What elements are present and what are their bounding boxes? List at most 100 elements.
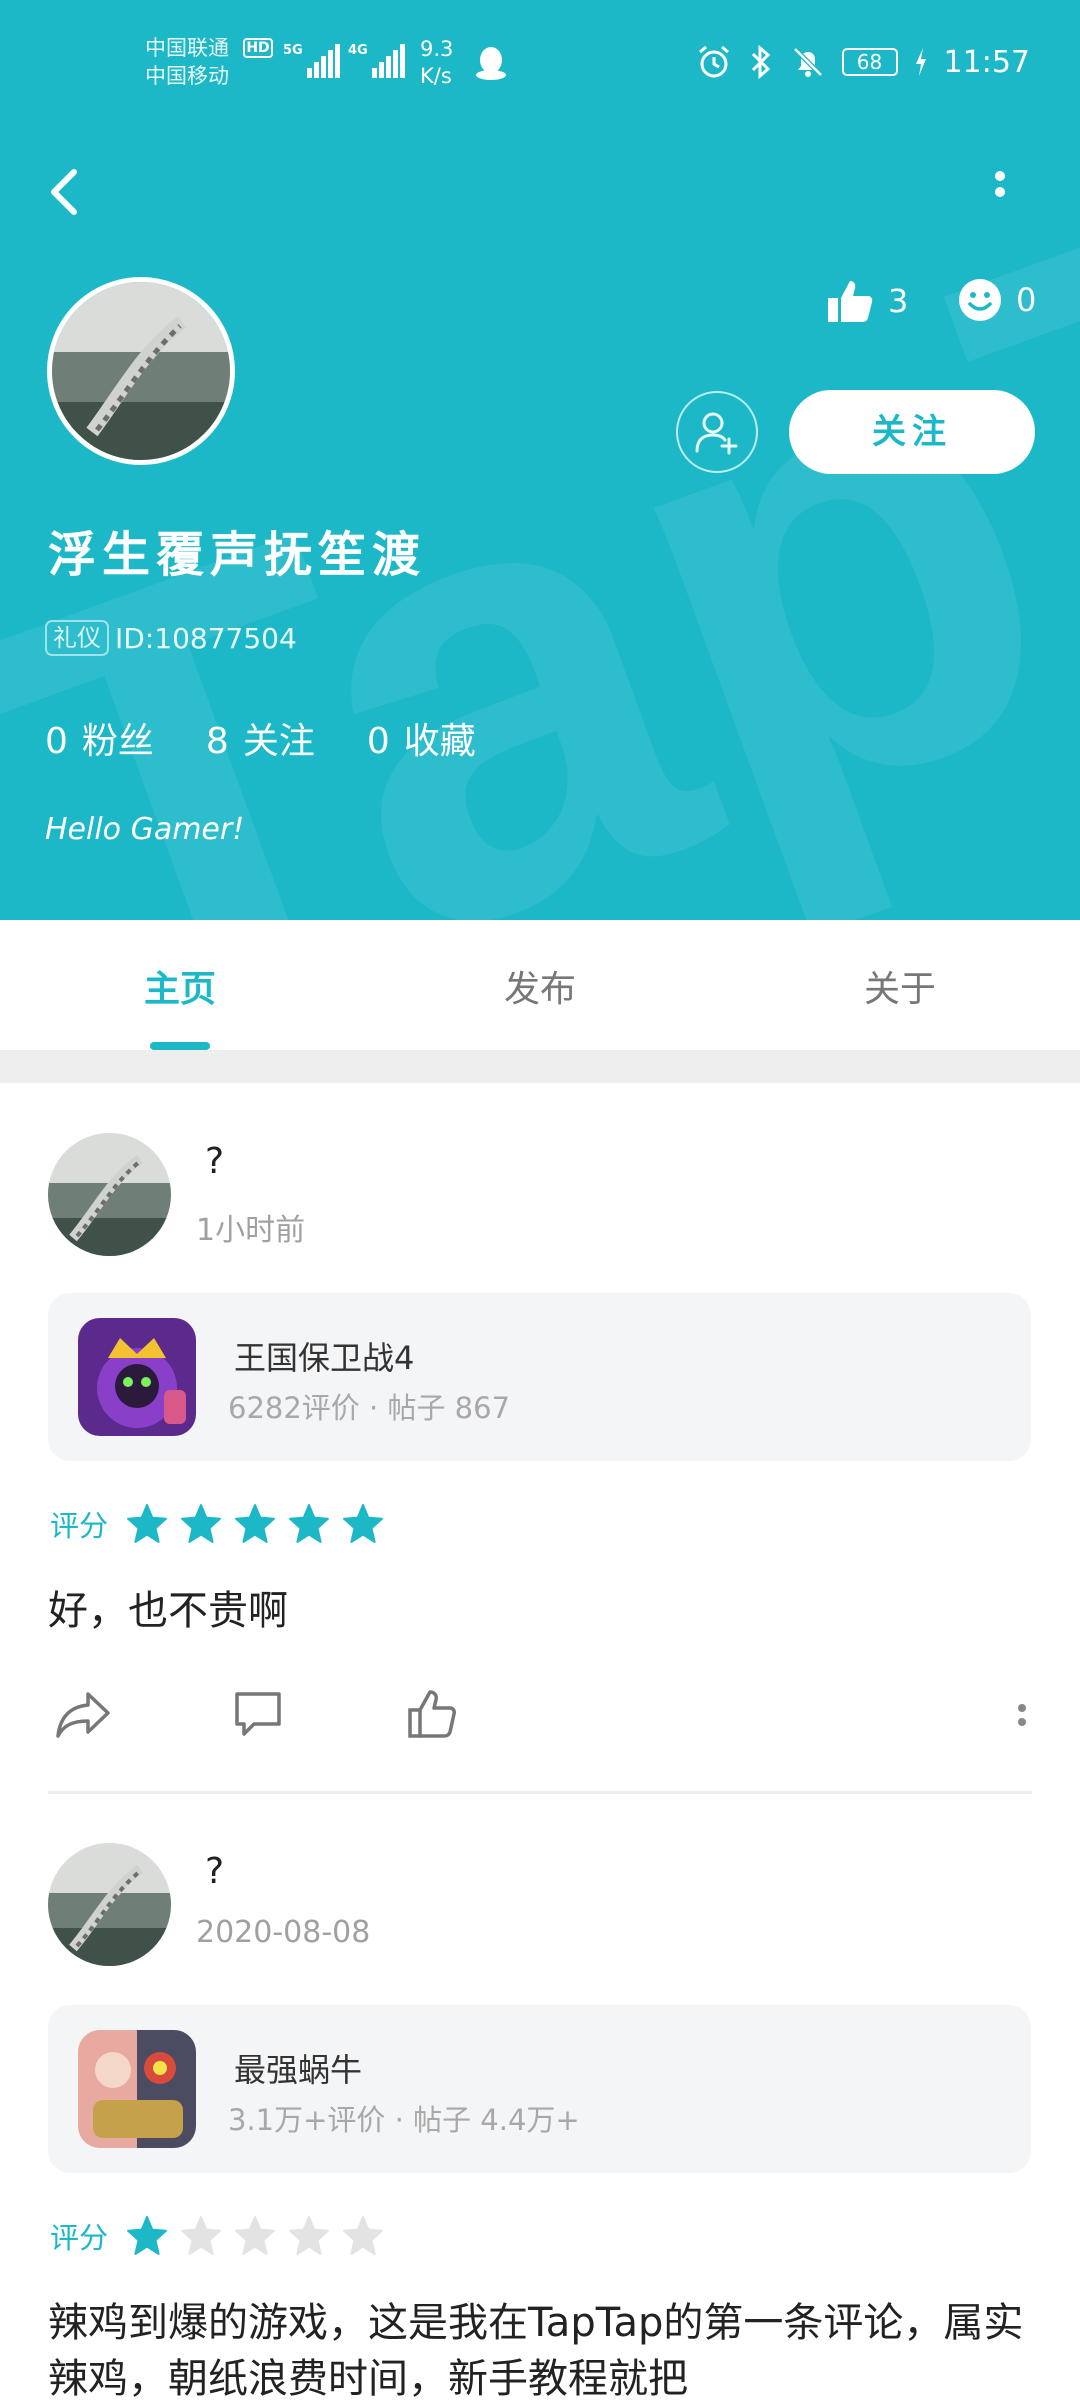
svg-text:5G: 5G [283,43,303,58]
followers-count[interactable]: 0 粉丝 [45,712,154,764]
rating-label: 评分 [50,2221,109,2255]
qq-icon [476,47,506,80]
mute-bell-icon [792,47,823,77]
status-icons-right: 68 11:57 [696,42,1030,82]
post-divider [48,1791,1032,1794]
carrier-1: 中国联通 [145,36,229,60]
star-empty-icon [181,2216,221,2255]
network-speed: 9.3 K/s [420,36,453,90]
star-icon [235,1504,275,1543]
hd-badge: HD [243,38,273,58]
post-text[interactable]: 辣鸡到爆的游戏，这是我在TapTap的第一条评论，属实辣鸡，朝纸浪费时间，新手教… [48,2295,1038,2400]
post-time: 2020-08-08 [196,1915,371,1950]
stat-label: 关注 [242,721,315,762]
share-icon [56,1692,110,1738]
charging-icon [915,48,926,76]
speed-value: 9.3 [420,37,454,61]
profile-header: TapTap 中国联通 中国移动 HD 5G 4G 9.3 K/s 68 11:… [0,0,1080,920]
star-icon [181,1504,221,1543]
star-icon [127,2216,167,2255]
following-count[interactable]: 8 关注 [206,712,315,764]
stat-label: 收藏 [403,721,476,762]
star-icon [127,1504,167,1543]
avatar-image [48,1843,171,1966]
star-empty-icon [289,2216,329,2255]
profile-counts: 0 粉丝 8 关注 0 收藏 [45,712,476,764]
speed-unit: K/s [420,64,452,88]
game-icon [78,2030,196,2148]
user-id: ID:10877504 [115,621,297,655]
alarm-icon [698,45,729,78]
game-meta: 3.1万+评价 · 帖子 4.4万+ [228,2103,580,2137]
profile-avatar[interactable] [47,277,235,465]
thumbs-up-outline-icon [408,1690,456,1738]
section-divider [0,1050,1080,1083]
user-id-row: 礼仪 ID:10877504 [45,620,297,656]
tab-posts[interactable]: 发布 [440,960,640,1012]
avatar-image [52,282,230,460]
game-icon [78,1318,196,1436]
favorites-count[interactable]: 0 收藏 [367,712,476,764]
rating-label: 评分 [50,1509,109,1543]
etiquette-badge[interactable]: 礼仪 [45,620,109,656]
more-vertical-icon [1018,1704,1026,1726]
stat-label: 粉丝 [81,721,154,762]
username: 浮生覆声抚笙渡 [48,527,427,583]
comment-icon [235,1692,281,1736]
profile-tabs: 主页 发布 关于 [0,920,1080,1050]
add-friend-button[interactable] [676,391,758,473]
carrier-names: 中国联通 中国移动 [145,34,229,90]
kingdom-rush-icon [78,1318,196,1436]
game-meta: 6282评价 · 帖子 867 [228,1391,511,1425]
snail-game-icon [78,2030,196,2148]
thumbs-up-icon [828,281,873,322]
stat-number: 0 [45,721,68,762]
author-name[interactable]: ? [205,1851,224,1892]
author-avatar[interactable] [48,1133,171,1256]
post-actions [0,1688,1080,1758]
game-card[interactable]: 王国保卫战4 6282评价 · 帖子 867 [48,1293,1031,1461]
author-avatar[interactable] [48,1843,171,1966]
back-button[interactable] [40,160,90,220]
tab-home[interactable]: 主页 [80,960,280,1012]
likes-stat[interactable]: 3 [826,278,908,324]
stat-number: 8 [205,721,229,762]
avatar-image [48,1133,171,1256]
star-icon [289,1504,329,1543]
clock: 11:57 [943,44,1030,80]
star-empty-icon [235,2216,275,2255]
battery-indicator: 68 [841,48,898,76]
game-card[interactable]: 最强蜗牛 3.1万+评价 · 帖子 4.4万+ [48,2005,1031,2173]
user-plus-icon [695,412,738,455]
like-button[interactable] [406,1688,458,1744]
tab-about[interactable]: 关于 [800,960,1000,1012]
game-name: 最强蜗牛 [234,2051,363,2089]
svg-text:4G: 4G [348,43,368,58]
signal-5g-icon: 5G [283,43,340,78]
signal-4g-icon: 4G [348,43,405,78]
share-button[interactable] [54,1688,112,1746]
user-bio: Hello Gamer! [45,812,245,847]
more-button[interactable] [975,160,1025,220]
post-text[interactable]: 好，也不贵啊 [48,1583,1038,1639]
post-more-button[interactable] [1012,1688,1032,1742]
smiles-count: 0 [1016,281,1037,319]
stat-number: 0 [366,721,390,762]
star-empty-icon [343,2216,383,2255]
post-time: 1小时前 [196,1213,306,1248]
author-name[interactable]: ? [205,1141,224,1182]
carrier-2: 中国移动 [145,64,229,88]
star-icon [343,1504,383,1543]
smiles-stat[interactable]: 0 [958,278,1036,322]
post-rating: 评分 [50,2215,396,2257]
comment-button[interactable] [232,1688,284,1744]
more-vertical-icon [995,171,1005,197]
active-tab-indicator [150,1042,210,1050]
post-rating: 评分 [50,1503,396,1545]
smile-icon [959,279,1001,321]
follow-button[interactable]: 关注 [789,390,1035,474]
chevron-left-icon [51,169,77,215]
status-bar: 中国联通 中国移动 HD 5G 4G 9.3 K/s 68 11:57 [0,0,1080,130]
game-name: 王国保卫战4 [234,1339,415,1377]
bluetooth-icon [751,44,770,80]
